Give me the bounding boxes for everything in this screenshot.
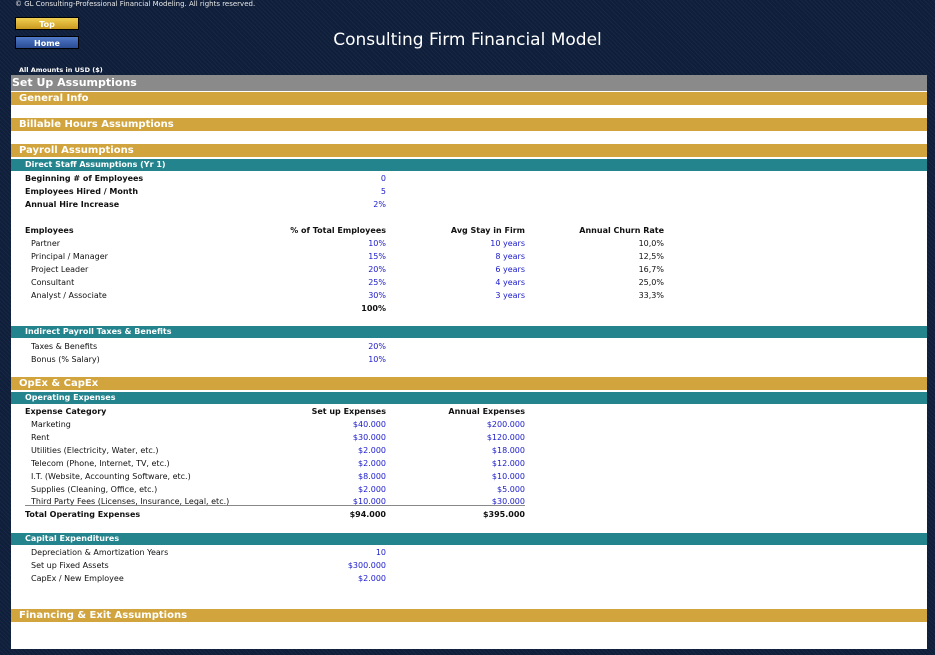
expense-annual-input[interactable]: $200.000 bbox=[420, 419, 525, 430]
header-setup-expenses: Set up Expenses bbox=[311, 407, 386, 416]
input-beginning-employees[interactable]: 0 bbox=[281, 173, 386, 184]
employee-role: Principal / Manager bbox=[31, 252, 108, 261]
section-opex-capex[interactable]: OpEx & CapEx bbox=[11, 377, 927, 390]
expense-annual-input[interactable]: $12.000 bbox=[420, 458, 525, 469]
label-bonus: Bonus (% Salary) bbox=[31, 355, 100, 364]
expense-setup-input[interactable]: $2.000 bbox=[281, 484, 386, 495]
header-expense-category: Expense Category bbox=[25, 407, 107, 416]
employee-stay-input[interactable]: 3 years bbox=[420, 290, 525, 301]
header-annual-expenses: Annual Expenses bbox=[448, 407, 525, 416]
input-bonus[interactable]: 10% bbox=[281, 354, 386, 365]
section-billable-hours[interactable]: Billable Hours Assumptions bbox=[11, 118, 927, 131]
expense-setup-input[interactable]: $40.000 bbox=[281, 419, 386, 430]
expense-setup-input[interactable]: $2.000 bbox=[281, 445, 386, 456]
subsection-capital-expenditures: Capital Expenditures bbox=[11, 533, 927, 545]
employee-pct-input[interactable]: 30% bbox=[281, 290, 386, 301]
label-taxes-benefits: Taxes & Benefits bbox=[31, 342, 98, 351]
section-payroll[interactable]: Payroll Assumptions bbox=[11, 144, 927, 157]
expense-setup-input[interactable]: $30.000 bbox=[281, 432, 386, 443]
currency-note: All Amounts in USD ($) bbox=[19, 66, 103, 74]
employee-pct-input[interactable]: 20% bbox=[281, 264, 386, 275]
input-depreciation-years[interactable]: 10 bbox=[281, 547, 386, 558]
label-employees-hired: Employees Hired / Month bbox=[25, 187, 139, 196]
header-pct-total: % of Total Employees bbox=[290, 226, 386, 235]
employee-churn: 16,7% bbox=[638, 265, 664, 274]
employee-role: Analyst / Associate bbox=[31, 291, 107, 300]
expense-annual-input[interactable]: $120.000 bbox=[420, 432, 525, 443]
assumptions-sheet: Set Up Assumptions General Info Billable… bbox=[11, 75, 927, 649]
expense-label: Marketing bbox=[31, 420, 71, 429]
input-employees-hired[interactable]: 5 bbox=[281, 186, 386, 197]
input-setup-fixed-assets[interactable]: $300.000 bbox=[281, 560, 386, 571]
section-setup-assumptions: Set Up Assumptions bbox=[11, 75, 927, 91]
expense-setup-input[interactable]: $2.000 bbox=[281, 458, 386, 469]
employee-pct-input[interactable]: 25% bbox=[281, 277, 386, 288]
expense-annual-input[interactable]: $5.000 bbox=[420, 484, 525, 495]
section-financing-exit[interactable]: Financing & Exit Assumptions bbox=[11, 609, 927, 622]
employee-role: Consultant bbox=[31, 278, 75, 287]
expense-label: Supplies (Cleaning, Office, etc.) bbox=[31, 485, 158, 494]
expense-label: Utilities (Electricity, Water, etc.) bbox=[31, 446, 159, 455]
input-capex-per-employee[interactable]: $2.000 bbox=[281, 573, 386, 584]
expense-label: Telecom (Phone, Internet, TV, etc.) bbox=[31, 459, 170, 468]
label-capex-per-employee: CapEx / New Employee bbox=[31, 574, 124, 583]
employee-role: Project Leader bbox=[31, 265, 89, 274]
employee-churn: 33,3% bbox=[638, 291, 664, 300]
employee-stay-input[interactable]: 10 years bbox=[420, 238, 525, 249]
label-depreciation-years: Depreciation & Amortization Years bbox=[31, 548, 169, 557]
input-taxes-benefits[interactable]: 20% bbox=[281, 341, 386, 352]
top-button[interactable]: Top bbox=[15, 17, 79, 30]
total-divider bbox=[25, 505, 525, 506]
header-employees: Employees bbox=[25, 226, 74, 235]
expense-annual-input[interactable]: $18.000 bbox=[420, 445, 525, 456]
employee-stay-input[interactable]: 6 years bbox=[420, 264, 525, 275]
employee-pct-input[interactable]: 10% bbox=[281, 238, 386, 249]
expense-annual-input[interactable]: $10.000 bbox=[420, 471, 525, 482]
expense-label: I.T. (Website, Accounting Software, etc.… bbox=[31, 472, 191, 481]
expense-label: Rent bbox=[31, 433, 50, 442]
employee-pct-total: 100% bbox=[361, 304, 386, 313]
header-churn-rate: Annual Churn Rate bbox=[579, 226, 664, 235]
employee-role: Partner bbox=[31, 239, 61, 248]
employee-churn: 12,5% bbox=[638, 252, 664, 261]
page-title: Consulting Firm Financial Model bbox=[333, 30, 602, 50]
subsection-indirect-payroll: Indirect Payroll Taxes & Benefits bbox=[11, 326, 927, 338]
total-setup-expenses: $94.000 bbox=[349, 510, 386, 519]
label-setup-fixed-assets: Set up Fixed Assets bbox=[31, 561, 109, 570]
expense-setup-input[interactable]: $8.000 bbox=[281, 471, 386, 482]
copyright-text: © GL Consulting-Professional Financial M… bbox=[15, 0, 256, 8]
employee-stay-input[interactable]: 4 years bbox=[420, 277, 525, 288]
total-annual-expenses: $395.000 bbox=[482, 510, 525, 519]
section-general-info[interactable]: General Info bbox=[11, 92, 927, 105]
employee-churn: 10,0% bbox=[638, 239, 664, 248]
label-total-opex: Total Operating Expenses bbox=[25, 510, 141, 519]
label-annual-hire-increase: Annual Hire Increase bbox=[25, 200, 120, 209]
subsection-direct-staff: Direct Staff Assumptions (Yr 1) bbox=[11, 159, 927, 171]
subsection-operating-expenses: Operating Expenses bbox=[11, 392, 927, 404]
header-avg-stay: Avg Stay in Firm bbox=[450, 226, 525, 235]
employee-stay-input[interactable]: 8 years bbox=[420, 251, 525, 262]
input-annual-hire-increase[interactable]: 2% bbox=[281, 199, 386, 210]
employee-churn: 25,0% bbox=[638, 278, 664, 287]
employee-pct-input[interactable]: 15% bbox=[281, 251, 386, 262]
label-beginning-employees: Beginning # of Employees bbox=[25, 174, 144, 183]
